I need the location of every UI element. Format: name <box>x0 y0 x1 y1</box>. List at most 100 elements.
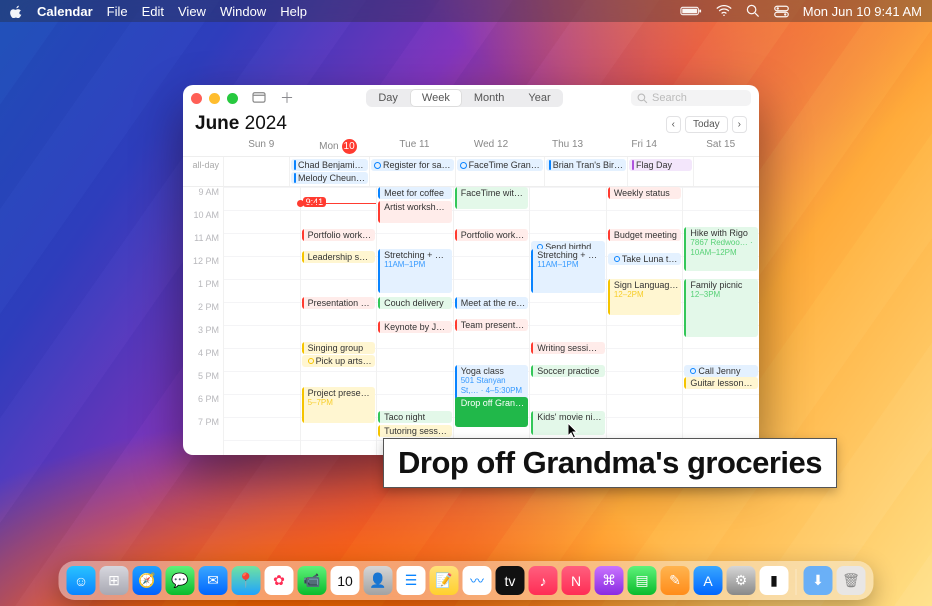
calendar-event[interactable]: Taco night <box>378 411 452 423</box>
dock-notes[interactable]: 📝 <box>430 566 459 595</box>
dock-reminders[interactable]: ☰ <box>397 566 426 595</box>
calendar-event[interactable]: Couch delivery <box>378 297 452 309</box>
calendar-event[interactable]: Team presenta… <box>455 319 529 331</box>
menubar-view[interactable]: View <box>178 4 206 19</box>
calendar-event[interactable]: Portfolio work… <box>455 229 529 241</box>
dock-launchpad[interactable]: ⊞ <box>100 566 129 595</box>
calendar-event[interactable]: Artist worksho… <box>378 201 452 223</box>
spotlight-icon[interactable] <box>746 4 760 18</box>
dock-downloads[interactable]: ⬇ <box>804 566 833 595</box>
month-year-label: June 2024 <box>195 113 287 135</box>
calendar-event[interactable]: Meet at the res… <box>455 297 529 309</box>
allday-event[interactable]: Chad Benjami… <box>291 159 368 171</box>
calendar-event[interactable]: Sign Language Club12–2PM <box>608 279 682 315</box>
close-button[interactable] <box>191 93 202 104</box>
control-center-icon[interactable] <box>774 5 789 18</box>
calendar-event[interactable]: Take Luna to th… <box>608 253 682 265</box>
view-segmented-control: Day Week Month Year <box>366 89 562 107</box>
search-input[interactable]: Search <box>631 90 751 106</box>
dock-pages[interactable]: ✎ <box>661 566 690 595</box>
dock-safari[interactable]: 🧭 <box>133 566 162 595</box>
add-event-button[interactable]: ＋ <box>276 86 298 110</box>
day-tue: Tue 11 <box>376 139 453 154</box>
weekday-header: Sun 9 Mon10 Tue 11 Wed 12 Thu 13 Fri 14 … <box>183 135 759 157</box>
dock-music[interactable]: ♪ <box>529 566 558 595</box>
day-mon: Mon10 <box>300 139 377 154</box>
dock-numbers[interactable]: ▤ <box>628 566 657 595</box>
day-fri: Fri 14 <box>606 139 683 154</box>
dock: ☺⊞🧭💬✉📍✿📹10👤☰📝〰tv♪N⌘▤✎A⚙▮ ⬇🗑 <box>59 561 874 600</box>
next-week-button[interactable]: › <box>732 116 747 133</box>
menubar-edit[interactable]: Edit <box>142 4 164 19</box>
dock-facetime[interactable]: 📹 <box>298 566 327 595</box>
calendar-event[interactable]: Project presentations5–7PM <box>302 387 376 423</box>
dock-appstore[interactable]: A <box>694 566 723 595</box>
dock-iphone[interactable]: ▮ <box>760 566 789 595</box>
menubar-app-name[interactable]: Calendar <box>37 4 93 19</box>
calendar-event[interactable]: Portfolio work… <box>302 229 376 241</box>
dock-settings[interactable]: ⚙ <box>727 566 756 595</box>
allday-event[interactable]: Brian Tran's Bir… <box>546 159 626 171</box>
calendar-event[interactable]: Leadership skil… <box>302 251 376 263</box>
menubar-help[interactable]: Help <box>280 4 307 19</box>
calendar-event[interactable]: Stretching + weights11AM–1PM <box>531 249 605 293</box>
calendar-event[interactable]: Meet for coffee <box>378 187 452 199</box>
calendar-event[interactable]: Stretching + weights11AM–1PM <box>378 249 452 293</box>
dock-finder[interactable]: ☺ <box>67 566 96 595</box>
prev-week-button[interactable]: ‹ <box>666 116 681 133</box>
minimize-button[interactable] <box>209 93 220 104</box>
calendar-event[interactable]: Hike with Rigo7867 Redwoo… · 10AM–12PM <box>684 227 758 271</box>
allday-event[interactable]: Flag Day <box>629 159 692 171</box>
dock-trash[interactable]: 🗑 <box>837 566 866 595</box>
calendar-event[interactable]: Guitar lessons… <box>684 377 758 389</box>
calendar-event[interactable]: Weekly status <box>608 187 682 199</box>
calendar-event[interactable]: Drop off Grandma's groceries <box>455 397 529 427</box>
dock-maps[interactable]: 📍 <box>232 566 261 595</box>
calendar-event[interactable]: FaceTime with… <box>455 187 529 209</box>
day-wed: Wed 12 <box>453 139 530 154</box>
dock-podcasts[interactable]: ⌘ <box>595 566 624 595</box>
dock-news[interactable]: N <box>562 566 591 595</box>
zoom-button[interactable] <box>227 93 238 104</box>
calendar-event[interactable]: Budget meeting <box>608 229 682 241</box>
dock-tv[interactable]: tv <box>496 566 525 595</box>
menubar-file[interactable]: File <box>107 4 128 19</box>
calendar-event[interactable]: Tutoring session <box>378 425 452 437</box>
dock-messages[interactable]: 💬 <box>166 566 195 595</box>
menubar-window[interactable]: Window <box>220 4 266 19</box>
dock-mail[interactable]: ✉ <box>199 566 228 595</box>
menubar-clock[interactable]: Mon Jun 10 9:41 AM <box>803 4 922 19</box>
dock-calendar[interactable]: 10 <box>331 566 360 595</box>
view-day[interactable]: Day <box>366 89 410 107</box>
calendar-event[interactable]: Presentation p… <box>302 297 376 309</box>
allday-thu: Brian Tran's Bir… <box>544 157 627 186</box>
window-titlebar: ＋ Day Week Month Year Search <box>183 85 759 111</box>
dock-contacts[interactable]: 👤 <box>364 566 393 595</box>
col-tue: Meet for coffee Artist worksho… Stretching… <box>376 187 453 455</box>
cursor-icon <box>568 423 580 439</box>
calendar-event[interactable]: Pick up arts &… <box>302 355 376 367</box>
calendar-event[interactable]: Singing group <box>302 342 376 354</box>
calendar-event[interactable]: Yoga class501 Stanyan St,… · 4–5:30PM <box>455 365 529 401</box>
dock-photos[interactable]: ✿ <box>265 566 294 595</box>
week-grid[interactable]: 9 AM10 AM11 AM12 PM1 PM2 PM3 PM4 PM5 PM6… <box>183 187 759 455</box>
today-button[interactable]: Today <box>685 116 728 133</box>
allday-event[interactable]: FaceTime Gran… <box>457 159 543 171</box>
calendar-event[interactable]: Family picnic12–3PM <box>684 279 758 337</box>
view-month[interactable]: Month <box>462 89 517 107</box>
calendar-event[interactable]: Call Jenny <box>684 365 758 377</box>
calendars-icon[interactable] <box>248 89 270 108</box>
battery-icon[interactable] <box>680 5 702 17</box>
view-year[interactable]: Year <box>516 89 562 107</box>
calendar-event[interactable]: Keynote by Ja… <box>378 321 452 333</box>
wifi-icon[interactable] <box>716 5 732 17</box>
dock-apps: ☺⊞🧭💬✉📍✿📹10👤☰📝〰tv♪N⌘▤✎A⚙▮ <box>67 566 789 595</box>
allday-event[interactable]: Register for sa… <box>371 159 454 171</box>
apple-icon[interactable] <box>10 5 23 18</box>
view-week[interactable]: Week <box>410 89 462 107</box>
allday-event[interactable]: Melody Cheun… <box>291 172 368 184</box>
allday-row: all-day Chad Benjami…Melody Cheun… Regis… <box>183 157 759 187</box>
dock-freeform[interactable]: 〰 <box>463 566 492 595</box>
calendar-event[interactable]: Soccer practice <box>531 365 605 377</box>
calendar-event[interactable]: Writing sessio… <box>531 342 605 354</box>
